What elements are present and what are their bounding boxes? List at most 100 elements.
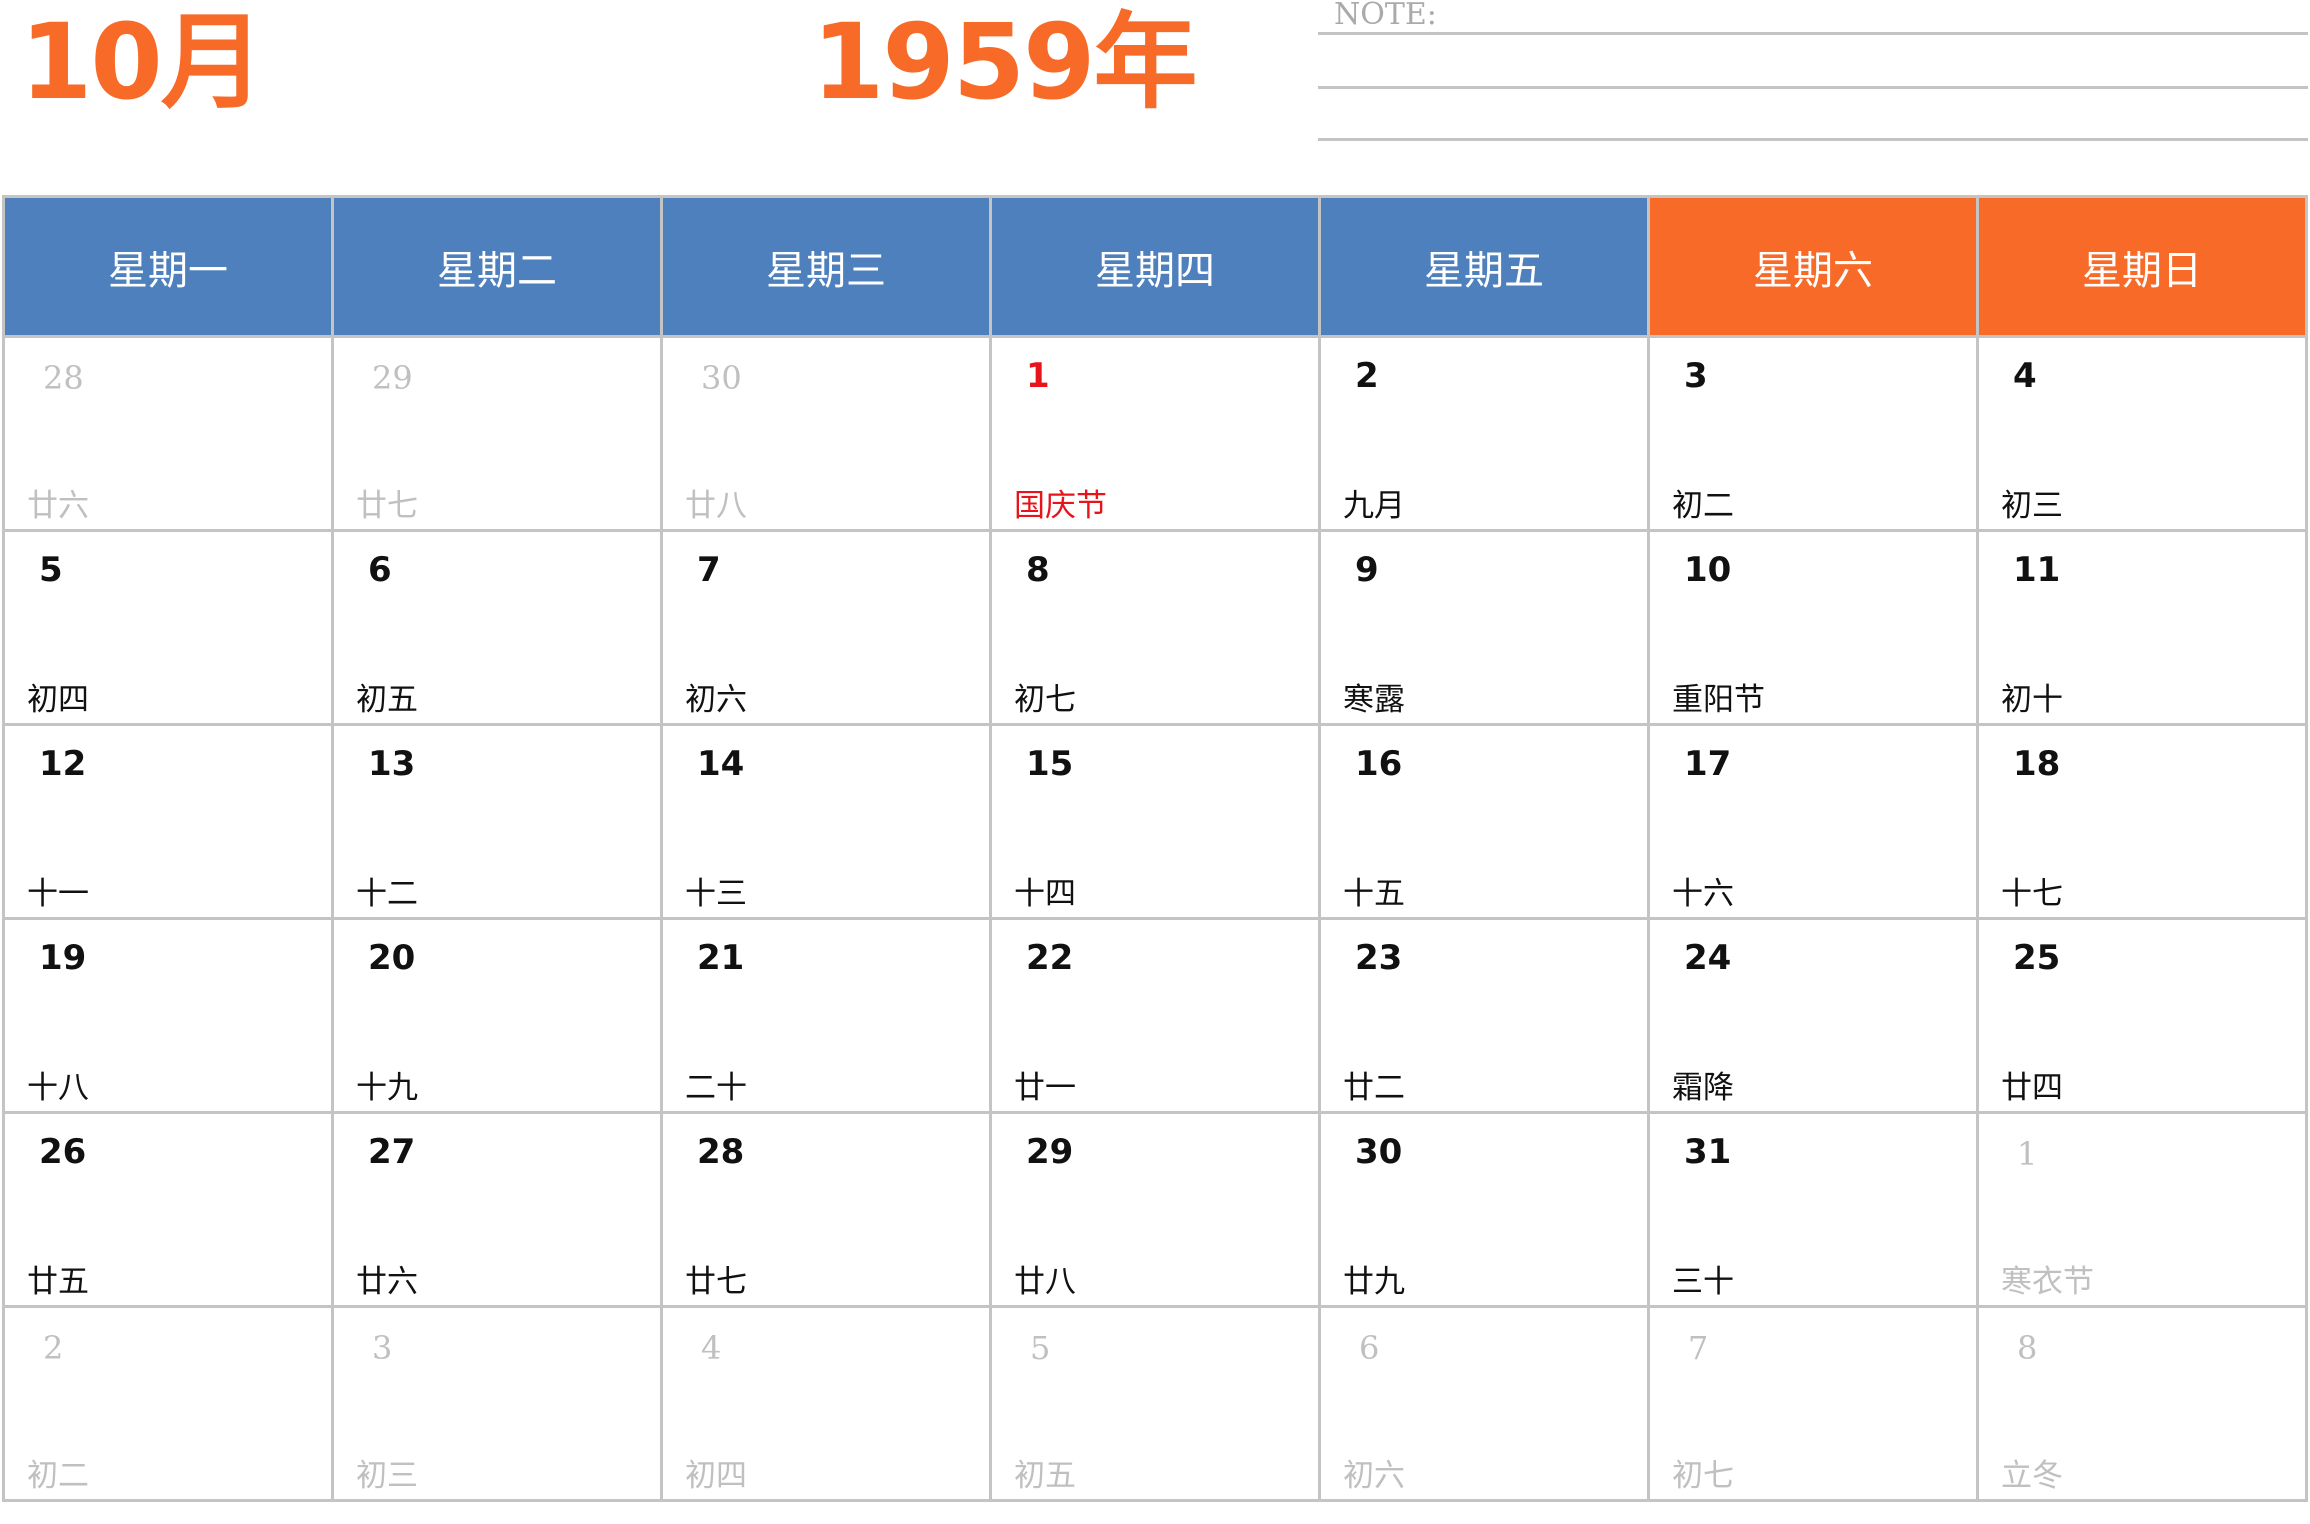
lunar-date: 廿七 (685, 1264, 747, 1300)
lunar-date: 初五 (356, 682, 418, 718)
lunar-date: 廿八 (685, 488, 747, 524)
day-number: 23 (1355, 938, 1403, 978)
calendar-grid: 星期一 星期二 星期三 星期四 星期五 星期六 星期日 28 廿六 29 廿七 30 廿八 1 国庆节 2 九… (2, 195, 2308, 1502)
day-cell: 16 十五 (1318, 723, 1650, 920)
day-cell-content: 29 廿八 (992, 1114, 1318, 1305)
day-cell: 29 廿八 (989, 1111, 1321, 1308)
day-cell-content: 13 十二 (334, 726, 660, 917)
week-row: 28 廿六 29 廿七 30 廿八 1 国庆节 2 九月 3 初二 4 初三 (2, 335, 2308, 532)
day-cell-content: 27 廿六 (334, 1114, 660, 1305)
day-number: 12 (39, 744, 87, 784)
note-line (1318, 138, 2308, 141)
lunar-date: 廿七 (356, 488, 418, 524)
day-cell-content: 6 初六 (1321, 1308, 1647, 1499)
lunar-date: 十八 (27, 1070, 89, 1106)
weekday-header-6: 星期六 (1647, 195, 1979, 338)
lunar-date: 寒衣节 (2001, 1264, 2094, 1300)
day-cell: 7 初七 (1647, 1305, 1979, 1502)
week-row: 2 初二 3 初三 4 初四 5 初五 6 初六 7 初七 8 立冬 (2, 1305, 2308, 1502)
day-cell: 31 三十 (1647, 1111, 1979, 1308)
day-number: 6 (1359, 1329, 1380, 1367)
lunar-date: 初二 (27, 1458, 89, 1494)
lunar-date: 初七 (1014, 682, 1076, 718)
day-cell: 14 十三 (660, 723, 992, 920)
day-cell-content: 28 廿六 (5, 338, 331, 529)
week-row: 26 廿五 27 廿六 28 廿七 29 廿八 30 廿九 31 三十 1 寒衣节 (2, 1111, 2308, 1308)
lunar-date: 三十 (1672, 1264, 1734, 1300)
day-number: 28 (697, 1132, 745, 1172)
day-number: 9 (1355, 550, 1379, 590)
day-cell: 30 廿九 (1318, 1111, 1650, 1308)
day-cell-content: 25 廿四 (1979, 920, 2305, 1111)
day-cell-content: 8 初七 (992, 532, 1318, 723)
day-number: 2 (1355, 356, 1379, 396)
day-cell-content: 4 初三 (1979, 338, 2305, 529)
note-line (1318, 32, 2308, 35)
day-cell-content: 14 十三 (663, 726, 989, 917)
day-cell: 28 廿七 (660, 1111, 992, 1308)
calendar-header: 10月 1959年 NOTE: (0, 0, 2310, 190)
day-number: 3 (1684, 356, 1708, 396)
day-cell-content: 11 初十 (1979, 532, 2305, 723)
day-number: 1 (1026, 356, 1050, 396)
day-number: 30 (1355, 1132, 1403, 1172)
day-cell-content: 15 十四 (992, 726, 1318, 917)
day-number: 18 (2013, 744, 2061, 784)
day-cell-content: 6 初五 (334, 532, 660, 723)
day-number: 2 (43, 1329, 64, 1367)
lunar-date: 初十 (2001, 682, 2063, 718)
day-cell: 5 初四 (2, 529, 334, 726)
day-number: 7 (697, 550, 721, 590)
day-number: 22 (1026, 938, 1074, 978)
day-number: 6 (368, 550, 392, 590)
lunar-date: 初二 (1672, 488, 1734, 524)
day-number: 25 (2013, 938, 2061, 978)
weekday-header-4: 星期四 (989, 195, 1321, 338)
day-number: 3 (372, 1329, 393, 1367)
day-cell: 28 廿六 (2, 335, 334, 532)
day-number: 27 (368, 1132, 416, 1172)
day-cell: 25 廿四 (1976, 917, 2308, 1114)
day-number: 19 (39, 938, 87, 978)
lunar-date: 十五 (1343, 876, 1405, 912)
lunar-date: 廿九 (1343, 1264, 1405, 1300)
week-row: 19 十八 20 十九 21 二十 22 廿一 23 廿二 24 霜降 25 廿四 (2, 917, 2308, 1114)
day-cell: 20 十九 (331, 917, 663, 1114)
year-title: 1959年 (812, 1, 1197, 123)
day-number: 31 (1684, 1132, 1732, 1172)
day-cell: 17 十六 (1647, 723, 1979, 920)
day-cell: 13 十二 (331, 723, 663, 920)
day-number: 28 (43, 359, 84, 397)
day-cell-content: 30 廿八 (663, 338, 989, 529)
day-number: 15 (1026, 744, 1074, 784)
day-number: 11 (2013, 550, 2061, 590)
weekday-header-row: 星期一 星期二 星期三 星期四 星期五 星期六 星期日 (2, 195, 2308, 338)
day-cell-content: 2 初二 (5, 1308, 331, 1499)
day-cell-content: 28 廿七 (663, 1114, 989, 1305)
day-number: 1 (2017, 1135, 2038, 1173)
lunar-date: 十一 (27, 876, 89, 912)
day-number: 24 (1684, 938, 1732, 978)
calendar-body: 28 廿六 29 廿七 30 廿八 1 国庆节 2 九月 3 初二 4 初三 5 初四 6 初五 7 初六 8 初七 9 寒露… (2, 335, 2308, 1502)
weekday-header-5: 星期五 (1318, 195, 1650, 338)
day-cell-content: 18 十七 (1979, 726, 2305, 917)
day-cell: 2 九月 (1318, 335, 1650, 532)
day-number: 5 (39, 550, 63, 590)
lunar-date: 二十 (685, 1070, 747, 1106)
lunar-date: 初四 (27, 682, 89, 718)
day-cell-content: 19 十八 (5, 920, 331, 1111)
day-number: 29 (372, 359, 413, 397)
day-cell-content: 8 立冬 (1979, 1308, 2305, 1499)
lunar-date: 十六 (1672, 876, 1734, 912)
day-cell: 15 十四 (989, 723, 1321, 920)
day-cell: 4 初三 (1976, 335, 2308, 532)
day-cell-content: 30 廿九 (1321, 1114, 1647, 1305)
day-cell: 6 初六 (1318, 1305, 1650, 1502)
day-number: 30 (701, 359, 742, 397)
day-cell: 2 初二 (2, 1305, 334, 1502)
day-cell: 5 初五 (989, 1305, 1321, 1502)
lunar-date: 十九 (356, 1070, 418, 1106)
day-number: 21 (697, 938, 745, 978)
day-cell: 23 廿二 (1318, 917, 1650, 1114)
day-number: 5 (1030, 1329, 1051, 1367)
